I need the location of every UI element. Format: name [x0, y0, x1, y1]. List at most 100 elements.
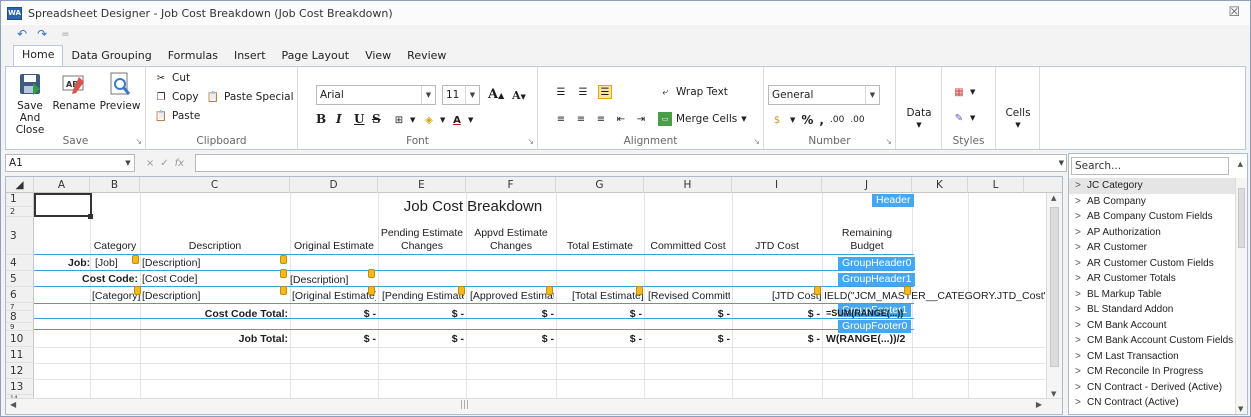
- band-header-label[interactable]: Header: [872, 194, 915, 207]
- redo-icon[interactable]: ↷: [37, 27, 47, 41]
- align-left-icon[interactable]: ≡: [554, 112, 568, 126]
- field-pin-icon[interactable]: [546, 286, 553, 295]
- cancel-icon[interactable]: ×: [146, 158, 154, 169]
- list-item[interactable]: > AB Company: [1069, 194, 1237, 210]
- list-item[interactable]: > AP Authorization: [1069, 225, 1237, 241]
- field-pin-icon[interactable]: [814, 286, 821, 295]
- panel-scroll-thumb[interactable]: [1238, 188, 1245, 248]
- row-header-1[interactable]: 1: [6, 193, 34, 207]
- col-header-j[interactable]: J: [822, 177, 912, 193]
- align-center-icon[interactable]: ≡: [574, 112, 588, 126]
- list-item[interactable]: > JC Category: [1069, 178, 1237, 194]
- chevron-down-icon[interactable]: ▼: [1059, 155, 1064, 171]
- field-pin-icon[interactable]: [458, 286, 465, 295]
- list-item[interactable]: > CM Bank Account Custom Fields: [1069, 333, 1237, 349]
- row-header-11[interactable]: 11: [6, 347, 34, 363]
- band-group-header-0-label[interactable]: GroupHeader0: [838, 257, 916, 270]
- comma-button[interactable]: ,: [819, 113, 824, 127]
- increase-decimal-button[interactable]: .00: [830, 115, 844, 125]
- col-header-l[interactable]: L: [968, 177, 1024, 193]
- col-header-g[interactable]: G: [556, 177, 644, 193]
- row-header-2[interactable]: 2: [6, 207, 34, 217]
- vertical-scrollbar[interactable]: ▲ ▼: [1046, 193, 1062, 400]
- scroll-down-icon[interactable]: ▼: [1051, 390, 1056, 398]
- strikethrough-button[interactable]: S: [372, 112, 381, 126]
- col-header-k[interactable]: K: [912, 177, 968, 193]
- field-pin-icon[interactable]: [904, 286, 911, 295]
- row-header-9[interactable]: 9: [6, 323, 34, 331]
- font-group-launcher-icon[interactable]: ↘: [527, 137, 534, 146]
- list-item[interactable]: > BL Standard Addon: [1069, 302, 1237, 318]
- list-item[interactable]: > AR Customer: [1069, 240, 1237, 256]
- tab-insert[interactable]: Insert: [226, 47, 274, 67]
- field-pin-icon[interactable]: [368, 286, 375, 295]
- align-top-icon[interactable]: ☰: [554, 85, 568, 99]
- col-header-a[interactable]: A: [34, 177, 90, 193]
- list-item[interactable]: > CM Bank Account: [1069, 318, 1237, 334]
- scroll-up-icon[interactable]: ▲: [1051, 194, 1056, 202]
- formula-input[interactable]: ▼: [195, 154, 1067, 172]
- field-pin-icon[interactable]: [132, 255, 139, 264]
- field-pin-icon[interactable]: [134, 286, 141, 295]
- row-header-6[interactable]: 6: [6, 287, 34, 303]
- band-group-header-1-label[interactable]: GroupHeader1: [838, 273, 916, 286]
- fill-handle[interactable]: [88, 214, 93, 219]
- horizontal-scroll-grip[interactable]: |||: [460, 400, 469, 410]
- field-pin-icon[interactable]: [280, 255, 287, 264]
- list-item[interactable]: > BL Markup Table: [1069, 287, 1237, 303]
- conditional-format-button[interactable]: ▦ ▼: [952, 85, 975, 99]
- cells-button[interactable]: Cells ▼: [1001, 107, 1035, 131]
- decrease-indent-icon[interactable]: ⇤: [614, 112, 628, 126]
- scroll-right-icon[interactable]: ▶: [1036, 400, 1042, 409]
- list-item[interactable]: > AR Customer Custom Fields: [1069, 256, 1237, 272]
- increase-indent-icon[interactable]: ⇥: [634, 112, 648, 126]
- panel-scroll-down-icon[interactable]: ▼: [1238, 405, 1243, 413]
- percent-button[interactable]: %: [801, 113, 813, 127]
- band-group-footer-0-label[interactable]: GroupFooter0: [838, 320, 912, 333]
- row-header-5[interactable]: 5: [6, 271, 34, 287]
- undo-icon[interactable]: ↶: [17, 27, 27, 41]
- row-header-13[interactable]: 13: [6, 379, 34, 395]
- currency-icon[interactable]: $: [770, 113, 784, 127]
- cut-button[interactable]: ✂ Cut: [154, 71, 190, 85]
- data-button[interactable]: Data ▼: [902, 107, 936, 131]
- number-group-launcher-icon[interactable]: ↘: [885, 137, 892, 146]
- list-item[interactable]: > AR Customer Totals: [1069, 271, 1237, 287]
- horizontal-scrollbar[interactable]: ◀ ||| ▶: [6, 398, 1062, 414]
- alignment-group-launcher-icon[interactable]: ↘: [753, 137, 760, 146]
- customize-qat-icon[interactable]: =: [61, 29, 69, 40]
- font-color-button[interactable]: A ▼: [450, 113, 473, 127]
- col-header-e[interactable]: E: [378, 177, 466, 193]
- field-pin-icon[interactable]: [636, 286, 643, 295]
- save-group-launcher-icon[interactable]: ↘: [135, 137, 142, 146]
- cell-styles-button[interactable]: ✎ ▼: [952, 111, 976, 125]
- row-header-4[interactable]: 4: [6, 255, 34, 271]
- col-header-h[interactable]: H: [644, 177, 732, 193]
- rename-button[interactable]: AB Rename: [52, 71, 96, 112]
- enter-icon[interactable]: ✓: [160, 158, 168, 169]
- col-header-b[interactable]: B: [90, 177, 140, 193]
- copy-button[interactable]: ❐ Copy: [154, 90, 199, 104]
- wrap-text-button[interactable]: ⤶ Wrap Text: [658, 85, 728, 99]
- tab-home[interactable]: Home: [13, 45, 64, 67]
- col-header-d[interactable]: D: [290, 177, 378, 193]
- field-pin-icon[interactable]: [280, 269, 287, 278]
- tab-formulas[interactable]: Formulas: [160, 47, 226, 67]
- underline-button[interactable]: U: [354, 112, 364, 126]
- spreadsheet-grid[interactable]: ◢ A B C D E F G H I J K L 1 2 3 4 5 6 7 …: [5, 176, 1063, 415]
- panel-scrollbar[interactable]: ▼: [1235, 178, 1247, 414]
- field-pin-icon[interactable]: [280, 286, 287, 295]
- col-header-i[interactable]: I: [732, 177, 822, 193]
- vertical-scroll-thumb[interactable]: [1050, 207, 1059, 367]
- close-window-icon[interactable]: ☒: [1228, 5, 1240, 20]
- font-size-combo[interactable]: 11 ▼: [442, 85, 480, 105]
- merge-cells-button[interactable]: ▭ Merge Cells ▼: [658, 112, 747, 126]
- align-middle-icon[interactable]: ☰: [576, 85, 590, 99]
- fx-icon[interactable]: fx: [175, 158, 184, 169]
- tab-view[interactable]: View: [357, 47, 399, 67]
- paste-button[interactable]: 📋 Paste: [154, 109, 201, 123]
- list-item[interactable]: > CN Contract - Derived (Active): [1069, 380, 1237, 396]
- chevron-down-icon[interactable]: ▼: [421, 86, 435, 104]
- list-item[interactable]: > CM Reconcile In Progress: [1069, 364, 1237, 380]
- borders-button[interactable]: ⊞ ▼: [392, 113, 416, 127]
